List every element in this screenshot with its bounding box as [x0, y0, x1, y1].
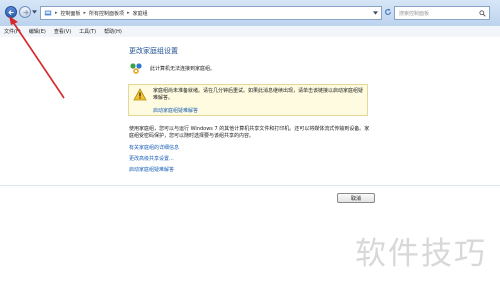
watermark: 软件技巧	[355, 236, 487, 272]
